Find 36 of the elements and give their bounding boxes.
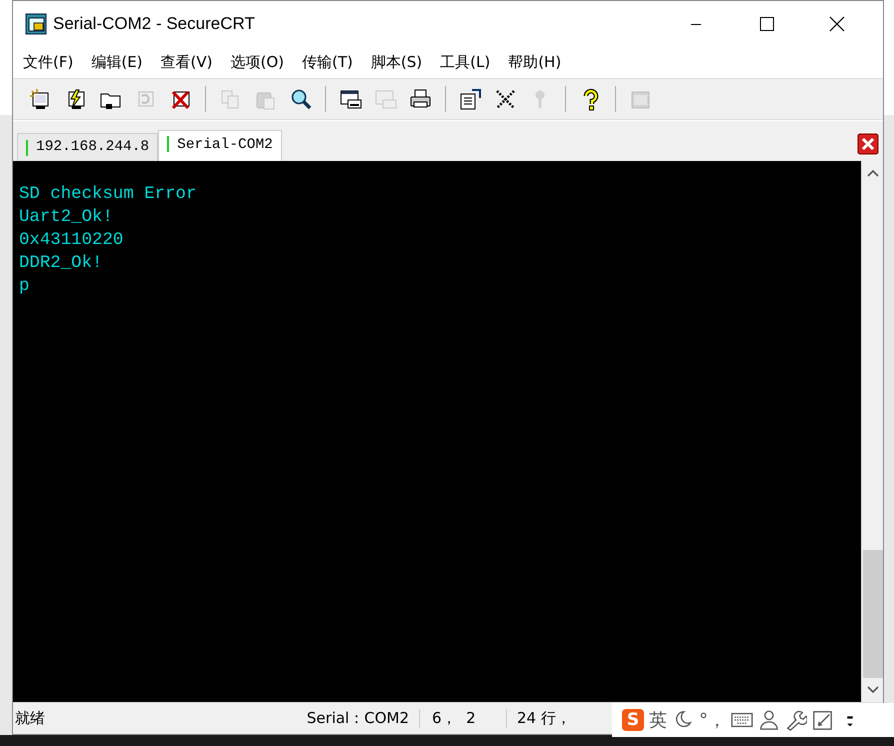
status-text: Serial：COM2: [287, 709, 420, 728]
window-title: Serial-COM2 - SecureCRT: [53, 14, 255, 34]
terminal-line: 0x43110220: [19, 230, 124, 252]
terminal-line: p: [19, 276, 30, 298]
monitor-icon[interactable]: [339, 88, 362, 110]
tab[interactable]: Serial-COM2: [158, 130, 282, 161]
input-mode-toggle[interactable]: °，: [699, 708, 726, 732]
menu-item[interactable]: 编辑(E): [85, 52, 150, 72]
input-mode-toggle[interactable]: 英: [649, 708, 667, 732]
menu-item[interactable]: 脚本(S): [364, 52, 430, 72]
terminal-screen[interactable]: SD checksum Error Uart2_Ok! 0x43110220 DDR2_Ok! p: [13, 161, 861, 702]
terminal-line: DDR2_Ok!: [19, 253, 104, 275]
status-text: 就绪: [14, 709, 46, 728]
scrollbar-thumb[interactable]: [862, 550, 882, 678]
scroll-down-icon[interactable]: [866, 686, 878, 694]
menu-item[interactable]: 选项(O): [224, 52, 292, 72]
scroll-up-icon[interactable]: [866, 169, 878, 177]
menu-item[interactable]: 传输(T): [296, 52, 360, 72]
menu-item[interactable]: 文件(F): [17, 52, 80, 72]
search-icon[interactable]: [289, 88, 312, 110]
properties-icon[interactable]: [459, 88, 482, 110]
edit-icon[interactable]: [812, 709, 834, 731]
menu-item[interactable]: 帮助(H): [502, 52, 568, 72]
printer-icon[interactable]: [409, 88, 432, 110]
tab[interactable]: 192.168.244.8: [17, 133, 158, 161]
menu-item[interactable]: 查看(V): [154, 52, 220, 72]
wrench-icon[interactable]: [785, 709, 807, 731]
status-text: 24 行，: [516, 709, 572, 728]
menu-item[interactable]: 工具(L): [434, 52, 498, 72]
window-icon: [25, 12, 47, 34]
terminal-line: SD checksum Error: [19, 184, 198, 206]
terminal-line: Uart2_Ok!: [19, 207, 114, 229]
scrollbar[interactable]: [861, 161, 883, 702]
status-text: 6， 2: [420, 709, 507, 728]
close-tab-icon[interactable]: [857, 133, 879, 155]
person-icon[interactable]: [758, 709, 780, 731]
